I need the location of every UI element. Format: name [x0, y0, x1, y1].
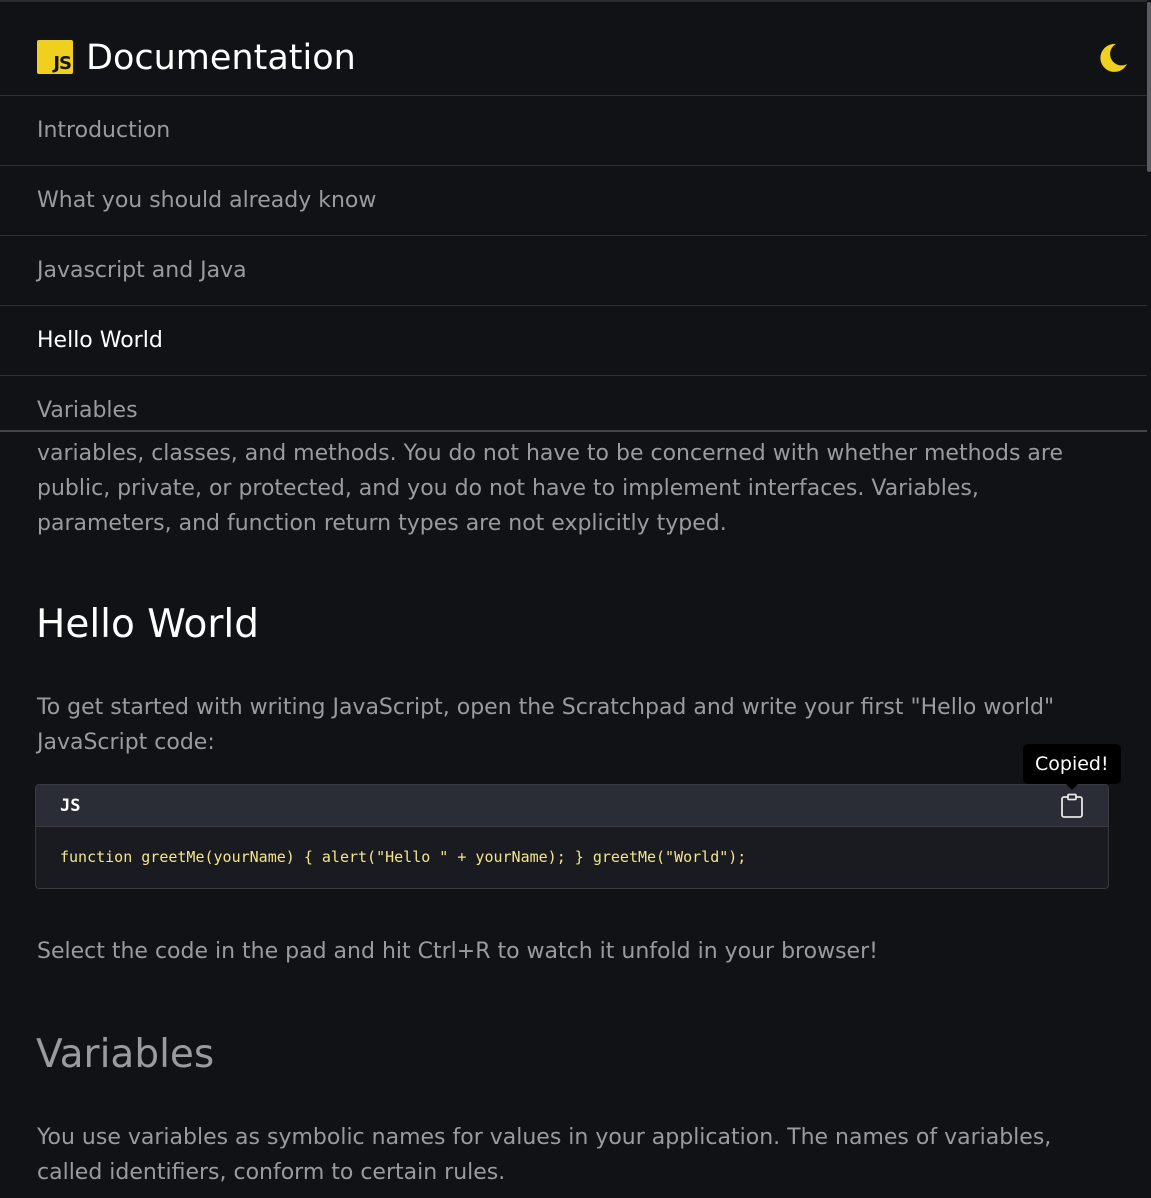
nav-item-introduction[interactable]: Introduction — [0, 96, 1147, 166]
js-logo-icon[interactable]: JS — [37, 40, 73, 74]
logo-text: JS — [53, 53, 72, 74]
code-content[interactable]: function greetMe(yourName) { alert("Hell… — [60, 847, 746, 867]
nav-item-label: Introduction — [37, 118, 171, 143]
nav-scrollbar-thumb[interactable] — [1147, 2, 1151, 172]
nav-item-label: Variables — [37, 398, 138, 423]
nav-item-label: Hello World — [37, 328, 163, 353]
nav-item-label: What you should already know — [37, 188, 377, 213]
code-block: JS function greetMe(yourName) { alert("H… — [35, 784, 1109, 889]
nav-scrollbar[interactable] — [1147, 0, 1151, 432]
docs-page: JS Documentation Introduction What you s… — [0, 0, 1151, 1198]
variables-paragraph: You use variables as symbolic names for … — [37, 1125, 1052, 1185]
nav-item-variables[interactable]: Variables — [0, 376, 1147, 432]
moon-icon[interactable] — [1096, 40, 1130, 74]
header: JS Documentation — [0, 2, 1147, 96]
nav-item-what-you-should-know[interactable]: What you should already know — [0, 166, 1147, 236]
code-language-label: JS — [60, 796, 81, 816]
tooltip-arrow — [1065, 783, 1079, 790]
nav-menu: Introduction What you should already kno… — [0, 96, 1147, 432]
hello-world-heading: Hello World — [36, 602, 260, 647]
clipboard-icon[interactable] — [1060, 793, 1084, 819]
nav-item-javascript-and-java[interactable]: Javascript and Java — [0, 236, 1147, 306]
nav-item-hello-world[interactable]: Hello World — [0, 306, 1147, 376]
intro-paragraph-tail: variables, classes, and methods. You do … — [37, 441, 1063, 536]
page-title: Documentation — [86, 38, 356, 78]
code-block-header: JS — [36, 785, 1108, 827]
nav-item-label: Javascript and Java — [37, 258, 247, 283]
hello-world-paragraph: To get started with writing JavaScript, … — [37, 695, 1055, 755]
select-code-paragraph: Select the code in the pad and hit Ctrl+… — [37, 939, 878, 964]
variables-heading: Variables — [36, 1032, 215, 1077]
copied-tooltip: Copied! — [1023, 744, 1121, 784]
